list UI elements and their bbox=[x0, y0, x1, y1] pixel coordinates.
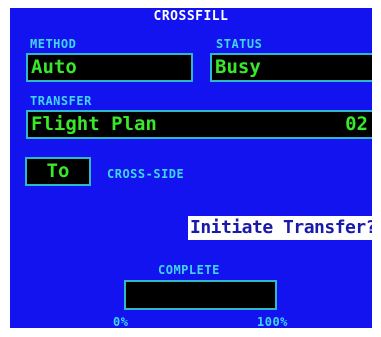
status-label: STATUS bbox=[216, 37, 263, 51]
method-value: Auto bbox=[31, 56, 77, 78]
direction-field[interactable]: To bbox=[25, 157, 91, 186]
transfer-label: TRANSFER bbox=[30, 94, 92, 108]
status-field: Busy bbox=[210, 53, 372, 82]
progress-max-label: 100% bbox=[257, 315, 288, 328]
transfer-field[interactable]: Flight Plan 02 bbox=[26, 110, 372, 139]
crossfill-page: CROSSFILL METHOD Auto STATUS Busy TRANSF… bbox=[10, 8, 372, 328]
direction-value: To bbox=[46, 160, 70, 182]
transfer-number: 02 bbox=[345, 113, 368, 135]
method-field[interactable]: Auto bbox=[26, 53, 193, 82]
progress-bar bbox=[124, 280, 277, 310]
complete-label: COMPLETE bbox=[158, 263, 220, 277]
transfer-value: Flight Plan bbox=[31, 113, 157, 135]
method-label: METHOD bbox=[30, 37, 77, 51]
status-value: Busy bbox=[215, 56, 261, 78]
cross-side-label: CROSS-SIDE bbox=[107, 167, 185, 181]
progress-min-label: 0% bbox=[113, 315, 129, 328]
page-title: CROSSFILL bbox=[153, 9, 229, 24]
initiate-transfer-button[interactable]: Initiate Transfer? bbox=[188, 216, 372, 240]
